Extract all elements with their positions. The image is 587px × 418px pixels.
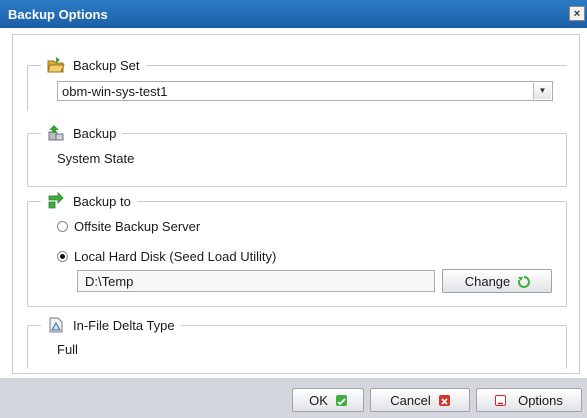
backup-path-field[interactable]: D:\Temp	[77, 270, 435, 292]
backup-set-legend: Backup Set	[41, 56, 146, 74]
delta-label: In-File Delta Type	[73, 317, 175, 333]
radio-offsite-backup-server[interactable]: Offsite Backup Server	[57, 219, 200, 234]
refresh-icon	[518, 275, 531, 288]
delta-legend: In-File Delta Type	[41, 316, 181, 334]
backup-set-select[interactable]: obm-win-sys-test1 ▼	[57, 81, 553, 101]
backup-options-dialog: Backup Options × Backup Set obm-win-sys-…	[0, 0, 587, 418]
dialog-title: Backup Options	[8, 7, 108, 22]
options-panel: Backup Set obm-win-sys-test1 ▼ Backup Sy…	[12, 34, 580, 374]
change-button-label: Change	[464, 273, 511, 289]
radio-local-hard-disk[interactable]: Local Hard Disk (Seed Load Utility)	[57, 249, 276, 264]
backup-set-bracket	[27, 65, 28, 111]
backup-set-value: obm-win-sys-test1	[62, 84, 168, 99]
delta-value: Full	[57, 342, 78, 357]
folder-open-icon	[47, 56, 65, 74]
options-button-label: Options	[518, 392, 563, 408]
backup-legend: Backup	[41, 124, 123, 142]
green-arrows-icon	[47, 192, 65, 210]
button-bar: OK Cancel Options	[0, 378, 587, 418]
change-button[interactable]: Change	[442, 269, 552, 293]
cancel-button-label: Cancel	[390, 392, 431, 408]
ok-button[interactable]: OK	[292, 388, 364, 412]
close-button[interactable]: ×	[569, 6, 585, 21]
radio-button-offsite[interactable]	[57, 221, 68, 232]
options-button[interactable]: Options	[476, 388, 582, 412]
backup-to-legend: Backup to	[41, 192, 137, 210]
ok-button-label: OK	[309, 392, 328, 408]
radio-local-label: Local Hard Disk (Seed Load Utility)	[74, 249, 277, 264]
backup-set-label: Backup Set	[73, 57, 140, 73]
close-icon	[438, 394, 450, 406]
backup-path-value: D:\Temp	[85, 274, 134, 289]
chevron-down-icon[interactable]: ▼	[533, 83, 551, 99]
backup-to-label: Backup to	[73, 193, 131, 209]
radio-button-local[interactable]	[57, 251, 68, 262]
delta-doc-icon	[47, 316, 65, 334]
minus-icon	[495, 394, 507, 406]
backup-boxes-icon	[47, 124, 65, 142]
backup-label: Backup	[73, 125, 117, 141]
radio-offsite-label: Offsite Backup Server	[74, 219, 201, 234]
backup-value: System State	[57, 151, 135, 166]
check-icon	[335, 394, 347, 406]
cancel-button[interactable]: Cancel	[370, 388, 470, 412]
title-bar[interactable]: Backup Options ×	[0, 0, 587, 28]
